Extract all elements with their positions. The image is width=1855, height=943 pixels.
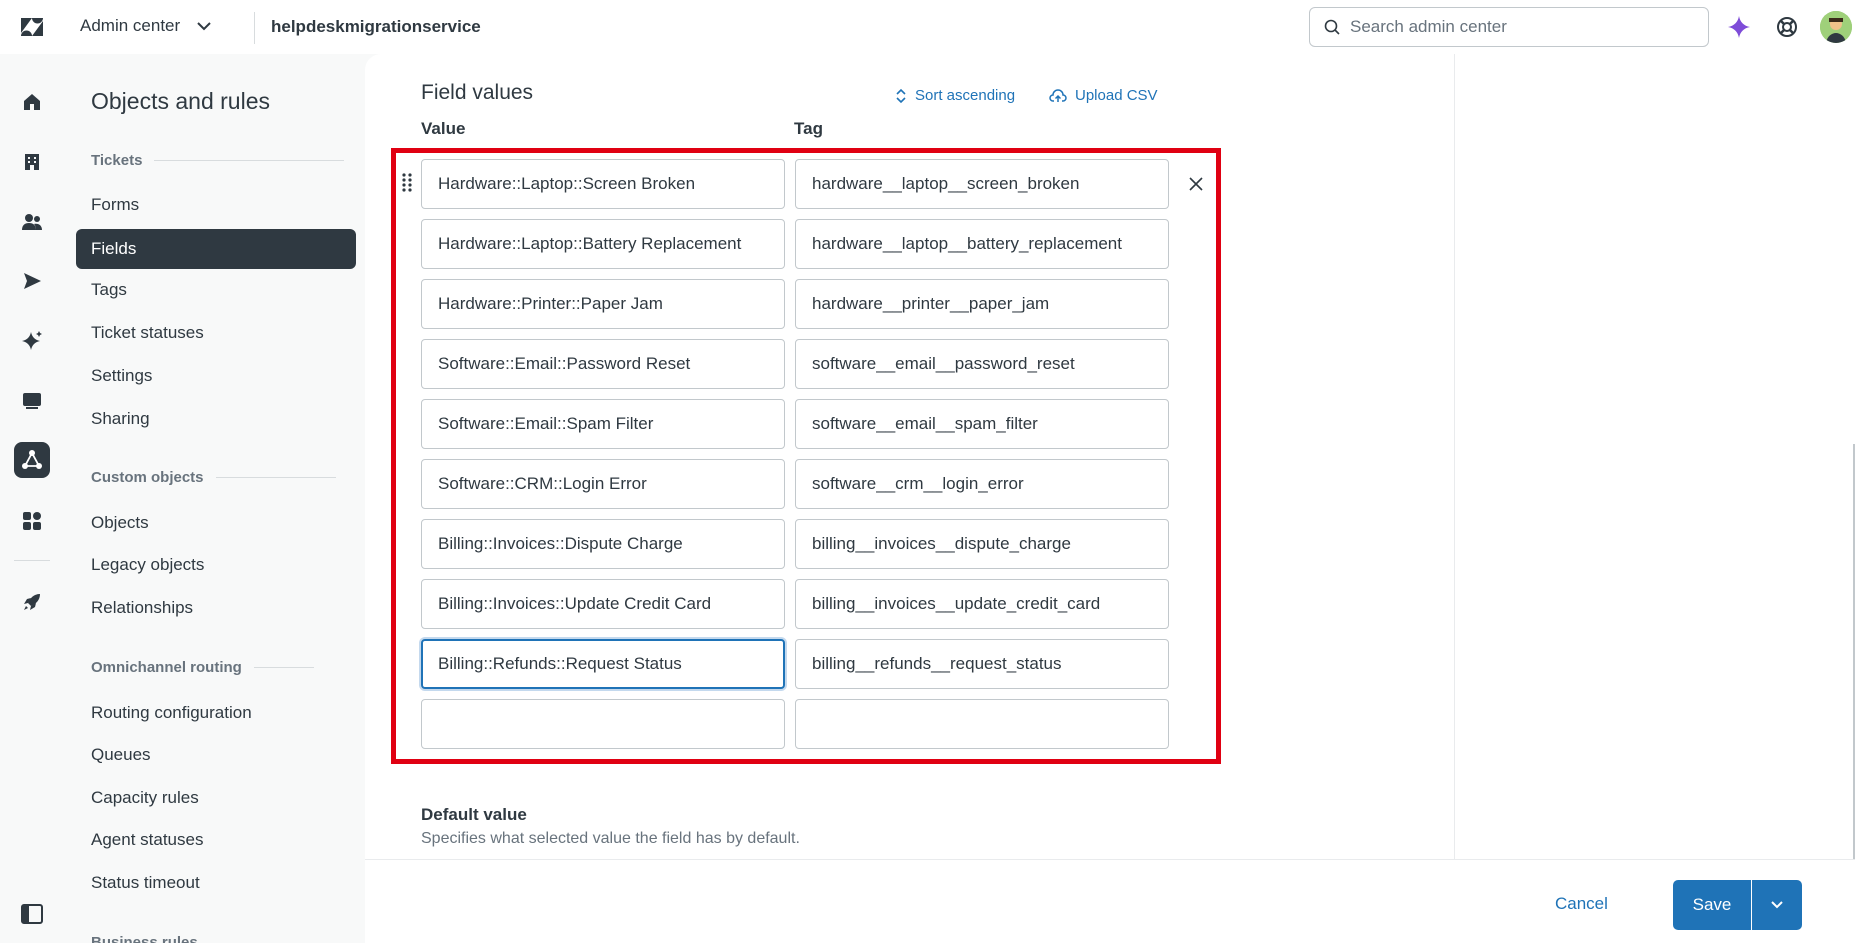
value-input[interactable] [421,639,785,689]
sort-icon [896,88,906,103]
field-editor-panel: Field values Sort ascending Upload CSV V… [365,54,1855,859]
save-button[interactable]: Save [1673,880,1751,930]
nav-item-tags[interactable]: Tags [76,270,356,310]
topbar-divider [254,12,255,44]
sidebar-toggle-icon[interactable] [18,900,46,928]
account-name: helpdeskmigrationservice [271,17,481,36]
home-icon[interactable] [14,84,50,120]
nav-item-status-timeout[interactable]: Status timeout [76,863,356,903]
nav-section-omnichannel-routing: Omnichannel routing [91,659,314,676]
search-input[interactable] [1350,17,1690,37]
nav-item-ticket-statuses[interactable]: Ticket statuses [76,313,356,353]
nav-item-settings[interactable]: Settings [76,356,356,396]
value-input[interactable] [421,339,785,389]
tag-input[interactable] [795,159,1169,209]
sparkle-icon[interactable] [14,323,50,359]
ai-sparkle-icon[interactable] [1725,13,1753,41]
rail-divider [14,560,50,561]
zendesk-logo-icon[interactable] [18,13,46,41]
nav-item-relationships[interactable]: Relationships [76,588,356,628]
nav-item-forms[interactable]: Forms [76,185,356,225]
value-input[interactable] [421,579,785,629]
chevron-down-icon [197,22,211,31]
nav-item-objects[interactable]: Objects [76,503,356,543]
value-input[interactable] [421,519,785,569]
nav-title: Objects and rules [91,88,270,114]
nav-item-agent-statuses[interactable]: Agent statuses [76,820,356,860]
secondary-nav: Objects and rules Tickets Forms Fields T… [64,54,365,943]
sort-ascending-button[interactable]: Sort ascending [895,87,1015,104]
value-input[interactable] [421,459,785,509]
product-label: Admin center [80,16,181,35]
tag-column-header: Tag [794,119,823,138]
default-value-title: Default value [421,805,527,824]
product-switcher[interactable]: Admin center [80,16,214,36]
footer-bar: Cancel Save [365,859,1855,943]
close-icon [1189,177,1203,191]
tag-input[interactable] [795,399,1169,449]
tag-input[interactable] [795,219,1169,269]
tag-input[interactable] [795,699,1169,749]
value-input[interactable] [421,279,785,329]
people-icon[interactable] [14,204,50,240]
objects-rules-icon[interactable] [14,442,50,478]
chevron-down-icon [1771,901,1783,909]
remove-row-button[interactable] [1186,174,1206,194]
nav-item-routing-configuration[interactable]: Routing configuration [76,693,356,733]
search-box[interactable] [1309,7,1709,47]
field-values-title: Field values [421,81,534,104]
tag-input[interactable] [795,579,1169,629]
help-lifebuoy-icon[interactable] [1773,13,1801,41]
cancel-button[interactable]: Cancel [1555,884,1608,924]
nav-section-tickets: Tickets [91,152,345,169]
tag-input[interactable] [795,459,1169,509]
save-options-button[interactable] [1752,880,1802,930]
send-icon[interactable] [14,263,50,299]
nav-item-capacity-rules[interactable]: Capacity rules [76,778,356,818]
upload-csv-button[interactable]: Upload CSV [1049,87,1158,104]
search-icon [1324,19,1340,35]
default-value-description: Specifies what selected value the field … [421,830,800,847]
nav-item-queues[interactable]: Queues [76,735,356,775]
chat-icon[interactable] [14,383,50,419]
nav-item-sharing[interactable]: Sharing [76,399,356,439]
nav-section-business-rules: Business rules [91,934,198,943]
nav-item-fields[interactable]: Fields [76,229,356,269]
building-icon[interactable] [14,144,50,180]
tag-input[interactable] [795,639,1169,689]
main-area: Field values Sort ascending Upload CSV V… [365,54,1855,943]
value-column-header: Value [421,119,466,138]
top-bar: Admin center helpdeskmigrationservice [0,0,1855,54]
avatar[interactable] [1820,11,1852,43]
product-rail [0,54,64,943]
tag-input[interactable] [795,519,1169,569]
apps-icon[interactable] [14,503,50,539]
tag-input[interactable] [795,279,1169,329]
tag-input[interactable] [795,339,1169,389]
value-input[interactable] [421,699,785,749]
rocket-icon[interactable] [14,584,50,620]
panel-divider [1454,54,1455,859]
upload-cloud-icon [1049,88,1067,102]
value-input[interactable] [421,399,785,449]
drag-handle-icon[interactable] [401,172,413,192]
value-input[interactable] [421,219,785,269]
nav-section-custom-objects: Custom objects [91,469,336,486]
nav-item-legacy-objects[interactable]: Legacy objects [76,545,356,585]
value-input[interactable] [421,159,785,209]
